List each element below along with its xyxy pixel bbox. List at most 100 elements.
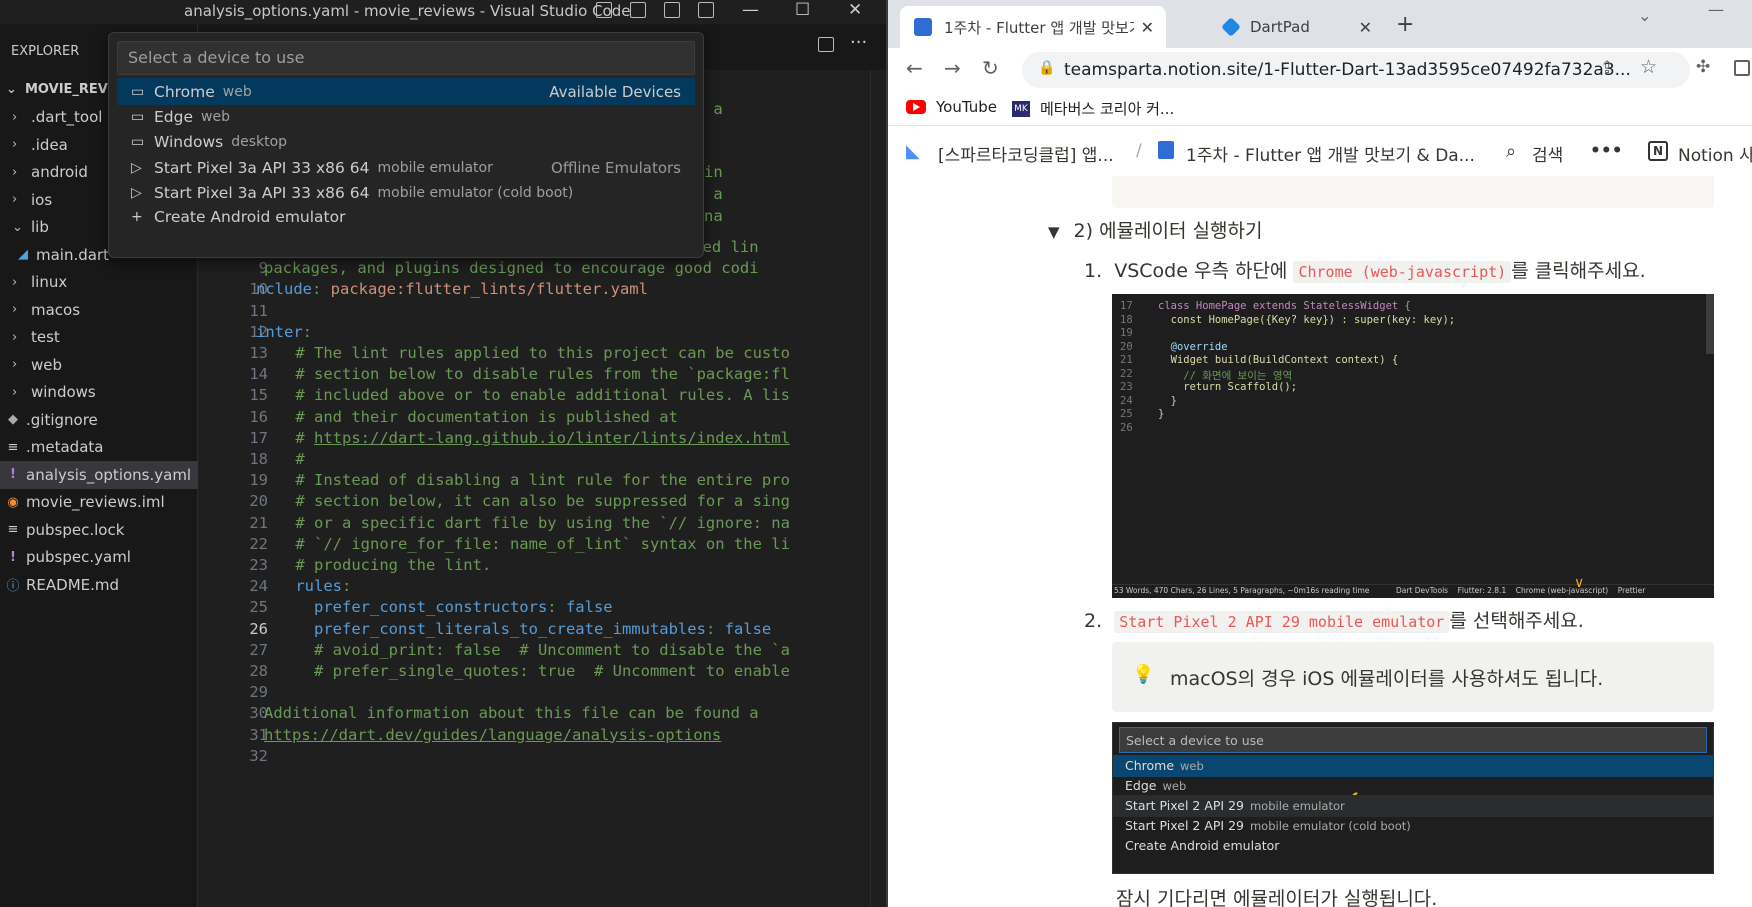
chrome-window: 1주차 - Flutter 앱 개발 맛보기 & ✕ DartPad ✕ + ⌄… bbox=[888, 0, 1752, 907]
page-icon bbox=[1158, 141, 1174, 159]
tree-item-label: macos bbox=[31, 300, 81, 319]
maximize-icon[interactable]: ☐ bbox=[795, 0, 810, 20]
split-editor-icon[interactable] bbox=[818, 37, 834, 52]
toggle-secondary-sidebar-icon[interactable] bbox=[664, 2, 680, 18]
flutter-icon: ◣ bbox=[906, 141, 920, 162]
chevron-down-icon: ⌄ bbox=[6, 82, 17, 98]
reload-icon[interactable]: ↻ bbox=[982, 56, 999, 80]
url-link[interactable]: https://dart-lang.github.io/linter/lints… bbox=[314, 429, 790, 447]
url-link[interactable]: https://dart.dev/guides/language/analysi… bbox=[264, 726, 721, 744]
tree-item-label: android bbox=[31, 163, 88, 182]
tree-item[interactable]: ≡ .metadata bbox=[0, 434, 198, 462]
dartpad-icon bbox=[1221, 17, 1241, 37]
toggle-panel-icon[interactable] bbox=[630, 2, 646, 18]
device-option[interactable]: ▷ Start Pixel 3a API 33 x86 64 mobile emul… bbox=[117, 154, 695, 181]
shot-code-line: class HomePage extends StatelessWidget { bbox=[1158, 300, 1411, 312]
device-type: web bbox=[201, 108, 230, 125]
tree-item[interactable]: › web bbox=[0, 351, 198, 379]
tree-item[interactable]: › test bbox=[0, 324, 198, 352]
metaverse-icon: MK bbox=[1012, 100, 1030, 117]
bookmark-metaverse[interactable]: MK 메타버스 코리아 커... bbox=[1012, 98, 1174, 119]
rss-file-icon: ◉ bbox=[7, 494, 19, 510]
shot-device-type: mobile emulator (cold boot) bbox=[1249, 819, 1411, 833]
tree-item[interactable]: ! analysis_options.yaml bbox=[0, 461, 198, 489]
yaml-file-icon: ! bbox=[10, 549, 16, 565]
tree-item[interactable]: ≡ pubspec.lock bbox=[0, 516, 198, 544]
minimize-icon[interactable]: — bbox=[1708, 0, 1724, 19]
tree-item[interactable]: ◉ movie_reviews.iml bbox=[0, 489, 198, 517]
shot-device-option: Create Android emulator bbox=[1113, 835, 1713, 857]
code-line: # The lint rules applied to this project… bbox=[286, 344, 790, 362]
tree-item-label: .gitignore bbox=[26, 410, 98, 429]
tree-item[interactable]: › macos bbox=[0, 296, 198, 324]
tree-item[interactable]: › windows bbox=[0, 379, 198, 407]
tree-item[interactable]: ◆ .gitignore bbox=[0, 406, 198, 434]
address-bar[interactable]: 🔒 teamsparta.notion.site/1-Flutter-Dart-… bbox=[1022, 52, 1690, 88]
bookmark-star-icon[interactable]: ☆ bbox=[1640, 56, 1657, 78]
code-line: # section below, it can also be suppress… bbox=[286, 492, 790, 511]
device-label: Start Pixel 3a API 33 x86 64 bbox=[154, 183, 370, 202]
device-option[interactable]: ▭ Chrome web Available Devices bbox=[117, 78, 695, 105]
yaml-file-icon: ! bbox=[10, 467, 16, 483]
code-line: # bbox=[286, 450, 305, 468]
toggle-heading[interactable]: ▼ 2) 에뮬레이터 실행하기 bbox=[1048, 216, 1262, 243]
code-line: # `// ignore_for_file: name_of_lint` syn… bbox=[286, 534, 790, 553]
line-number: 18 bbox=[249, 450, 268, 468]
tree-item[interactable]: ! pubspec.yaml bbox=[0, 544, 198, 572]
forward-icon[interactable]: → bbox=[944, 56, 961, 80]
breadcrumb-parent[interactable]: [스파르타코딩클럽] 앱... bbox=[938, 141, 1114, 166]
code-line: # and their documentation is published a… bbox=[286, 407, 678, 426]
shot-line-number: 23 bbox=[1120, 381, 1133, 393]
shot-code-line: Widget build(BuildContext context) { bbox=[1158, 354, 1399, 366]
more-icon[interactable]: ••• bbox=[1590, 141, 1623, 161]
search-button[interactable]: 검색 bbox=[1532, 141, 1563, 166]
tree-item-label: pubspec.yaml bbox=[26, 548, 131, 567]
tab-close-icon[interactable]: ✕ bbox=[1359, 18, 1372, 37]
tree-item[interactable]: › linux bbox=[0, 269, 198, 297]
device-option[interactable]: ▭ Windows desktop bbox=[117, 128, 695, 155]
device-option[interactable]: ▷ Start Pixel 3a API 33 x86 64 mobile emul… bbox=[117, 179, 695, 206]
tab-close-icon[interactable]: ✕ bbox=[1141, 18, 1154, 37]
tree-item-label: ios bbox=[31, 190, 53, 209]
shot-device-option: Edge web bbox=[1113, 775, 1713, 797]
tab-dartpad[interactable]: DartPad ✕ bbox=[1210, 6, 1384, 48]
bottom-paragraph: 잠시 기다리면 에뮬레이터가 실행됩니다. bbox=[1116, 888, 1438, 907]
extensions-icon[interactable]: ✣ bbox=[1696, 57, 1710, 77]
lightbulb-icon: 💡 bbox=[1132, 664, 1155, 685]
play-icon: ▷ bbox=[131, 184, 142, 201]
editor-scrollbar[interactable] bbox=[870, 70, 884, 907]
notion-link[interactable]: Notion 사 bbox=[1678, 141, 1752, 166]
notion-header: ◣ [스파르타코딩클럽] 앱... / 1주차 - Flutter 앱 개발 맛… bbox=[888, 126, 1752, 176]
line-number: 28 bbox=[249, 662, 268, 680]
device-option[interactable]: + Create Android emulator bbox=[117, 203, 695, 230]
side-panel-icon[interactable] bbox=[1734, 60, 1750, 76]
tree-item[interactable]: ⓘ README.md bbox=[0, 571, 198, 599]
search-icon[interactable]: ⌕ bbox=[1506, 141, 1516, 162]
new-tab-icon[interactable]: + bbox=[1396, 12, 1414, 37]
tab-search-icon[interactable]: ⌄ bbox=[1638, 6, 1651, 25]
device-option[interactable]: ▭ Edge web bbox=[117, 103, 695, 130]
share-icon[interactable]: ⇪ bbox=[1600, 58, 1614, 78]
toggle-primary-sidebar-icon[interactable] bbox=[596, 2, 612, 18]
bookmark-youtube[interactable]: YouTube bbox=[906, 98, 997, 116]
line-number: 24 bbox=[249, 577, 268, 596]
device-search-input[interactable]: Select a device to use bbox=[117, 41, 695, 75]
customize-layout-icon[interactable] bbox=[698, 2, 714, 18]
tree-item-label: lib bbox=[31, 218, 49, 237]
lock-icon: 🔒 bbox=[1038, 60, 1056, 76]
inline-code: Chrome (web-javascript) bbox=[1293, 261, 1512, 283]
breadcrumb-current[interactable]: 1주차 - Flutter 앱 개발 맛보기 & Da... bbox=[1186, 141, 1475, 166]
tab-notion[interactable]: 1주차 - Flutter 앱 개발 맛보기 & ✕ bbox=[900, 6, 1166, 48]
dart-file-icon: ◢ bbox=[18, 247, 28, 263]
chevron-icon: › bbox=[12, 164, 18, 180]
chevron-icon: ⌄ bbox=[12, 219, 23, 235]
tree-item-label: .idea bbox=[31, 135, 68, 154]
line-number: 17 bbox=[249, 428, 268, 447]
minimize-icon[interactable]: — bbox=[742, 0, 759, 20]
back-icon[interactable]: ← bbox=[906, 56, 923, 80]
code-line: https://dart.dev/guides/language/analysi… bbox=[264, 726, 721, 744]
close-icon[interactable]: ✕ bbox=[848, 0, 862, 20]
line-number: 29 bbox=[249, 683, 268, 702]
explorer-header: EXPLORER bbox=[11, 44, 80, 59]
more-actions-icon[interactable]: ··· bbox=[850, 32, 867, 53]
